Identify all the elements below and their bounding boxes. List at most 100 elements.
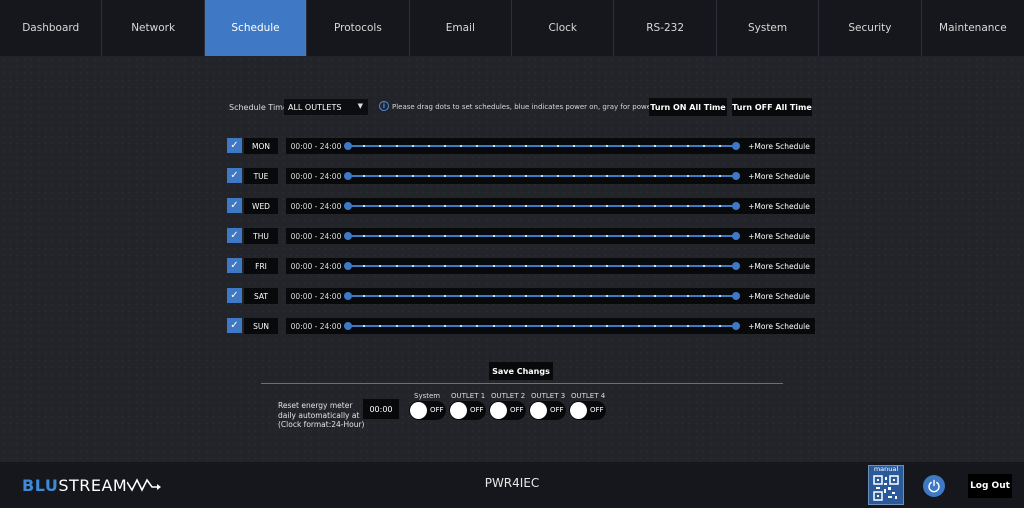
slider-start-handle[interactable] [344,292,352,300]
hour-dot [395,265,398,267]
hour-dot [492,325,495,327]
log-out-button[interactable]: Log Out [968,474,1012,498]
tab-rs232[interactable]: RS-232 [614,0,717,56]
hour-dot [524,175,527,177]
day-checkbox[interactable]: ✓ [227,318,242,333]
more-schedule-button[interactable]: +More Schedule [743,318,815,334]
slider-end-handle[interactable] [732,172,740,180]
hour-dot [686,145,689,147]
slider-start-handle[interactable] [344,202,352,210]
toggle-state: OFF [550,406,564,414]
info-icon: i [379,101,389,111]
divider [261,383,783,384]
tab-dashboard[interactable]: Dashboard [0,0,103,56]
hour-dot [702,205,705,207]
hour-dot [508,175,511,177]
toggle-system[interactable]: OFF [409,401,446,420]
toggle-label-outlet-1: OUTLET 1 [451,392,486,400]
more-schedule-button[interactable]: +More Schedule [743,138,815,154]
hour-dot [638,235,640,237]
toggle-label-outlet-3: OUTLET 3 [531,392,566,400]
hour-dot [621,175,624,177]
hour-dot [621,265,624,267]
tab-schedule[interactable]: Schedule [204,0,308,56]
turn-off-all-time-button[interactable]: Turn OFF All Time [732,98,812,116]
day-checkbox[interactable]: ✓ [227,258,242,273]
power-button[interactable] [923,475,945,497]
hour-dot [492,295,495,297]
reset-time-input[interactable]: 00:00 [363,399,399,419]
hour-dot [718,325,721,327]
day-checkbox[interactable]: ✓ [227,228,242,243]
toggle-outlet-3[interactable]: OFF [529,401,566,420]
day-checkbox[interactable]: ✓ [227,198,242,213]
tab-protocols[interactable]: Protocols [307,0,410,56]
hour-dot [524,295,527,297]
more-schedule-button[interactable]: +More Schedule [743,228,815,244]
tab-system[interactable]: System [717,0,820,56]
time-range: 00:00 - 24:00 [286,198,346,214]
slider-end-handle[interactable] [732,142,740,150]
hour-dot [395,325,398,327]
more-schedule-button[interactable]: +More Schedule [743,288,815,304]
hour-dot [589,295,592,297]
slider-end-handle[interactable] [732,262,740,270]
toggle-knob [530,402,547,419]
schedule-slider[interactable] [341,228,743,244]
toggle-outlet-2[interactable]: OFF [489,401,526,420]
tab-clock[interactable]: Clock [512,0,615,56]
schedule-slider[interactable] [341,168,743,184]
hour-dot [444,205,446,207]
hour-dot [492,235,495,237]
hour-dot [395,145,398,147]
schedule-slider[interactable] [341,198,743,214]
hour-dot [492,175,495,177]
hour-dot [638,265,640,267]
hour-dot [395,175,398,177]
schedule-slider[interactable] [341,318,743,334]
hour-dot [702,325,705,327]
hour-dot [492,205,495,207]
turn-on-all-time-button[interactable]: Turn ON All Time [649,98,727,116]
save-changes-button[interactable]: Save Changs [489,362,553,380]
slider-end-handle[interactable] [732,292,740,300]
hour-dot [686,235,689,237]
more-schedule-button[interactable]: +More Schedule [743,198,815,214]
slider-start-handle[interactable] [344,262,352,270]
slider-end-handle[interactable] [732,202,740,210]
manual-qr-button[interactable]: manual [868,465,904,505]
slider-start-handle[interactable] [344,322,352,330]
more-schedule-button[interactable]: +More Schedule [743,168,815,184]
toggle-outlet-1[interactable]: OFF [449,401,486,420]
schedule-slider[interactable] [341,258,743,274]
hour-dot [427,175,430,177]
slider-start-handle[interactable] [344,172,352,180]
slider-end-handle[interactable] [732,232,740,240]
toggle-outlet-4[interactable]: OFF [569,401,606,420]
hour-dot [444,265,446,267]
hour-dot [411,175,414,177]
tab-email[interactable]: Email [410,0,513,56]
time-range: 00:00 - 24:00 [286,168,346,184]
day-checkbox[interactable]: ✓ [227,168,242,183]
tab-maintenance[interactable]: Maintenance [922,0,1024,56]
tab-security[interactable]: Security [819,0,922,56]
time-range: 00:00 - 24:00 [286,258,346,274]
hour-dot [638,295,640,297]
slider-start-handle[interactable] [344,232,352,240]
schedule-timer-select[interactable]: ALL OUTLETS ▼ [284,99,368,115]
schedule-slider[interactable] [341,288,743,304]
day-checkbox[interactable]: ✓ [227,288,242,303]
day-checkbox[interactable]: ✓ [227,138,242,153]
hour-dot [605,325,608,327]
more-schedule-button[interactable]: +More Schedule [743,258,815,274]
hour-dot [508,295,511,297]
slider-start-handle[interactable] [344,142,352,150]
hour-dot [702,295,705,297]
hour-dot [605,235,608,237]
hour-dot [702,265,705,267]
tab-network[interactable]: Network [102,0,205,56]
hour-dot [638,145,640,147]
slider-end-handle[interactable] [732,322,740,330]
schedule-slider[interactable] [341,138,743,154]
